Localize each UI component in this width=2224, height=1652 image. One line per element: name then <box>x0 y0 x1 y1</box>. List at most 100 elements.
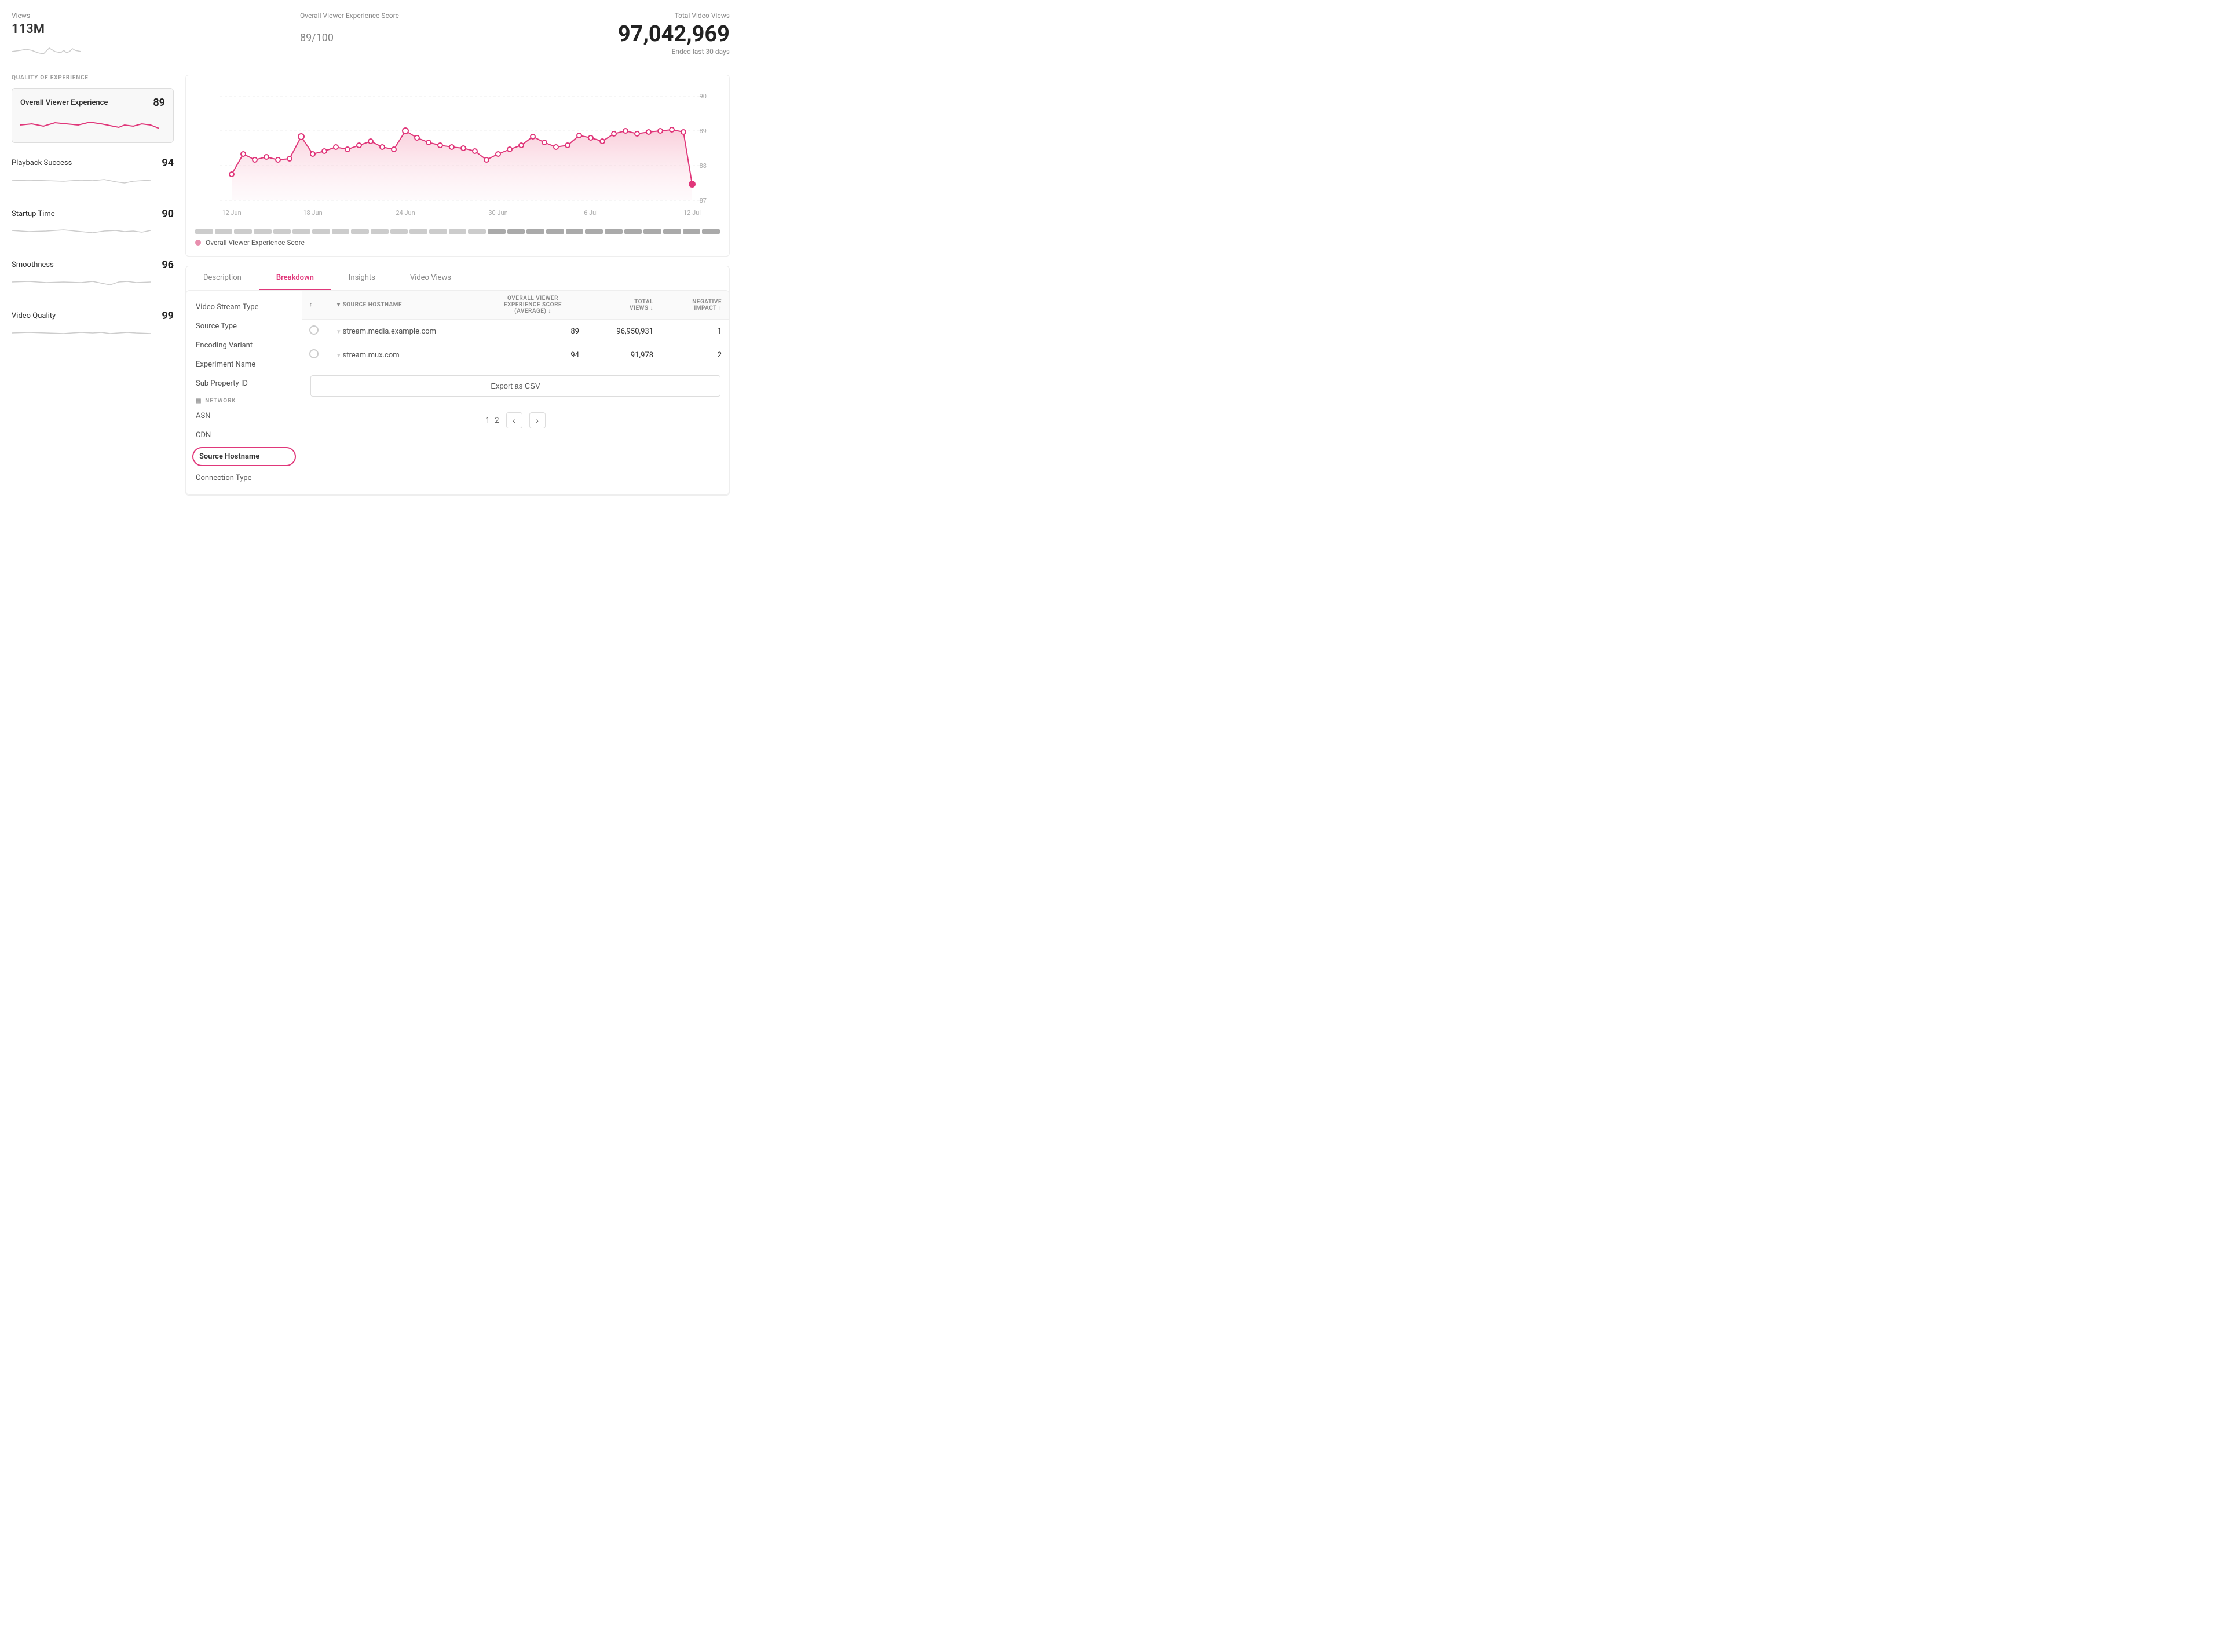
export-row: Export as CSV <box>302 367 729 405</box>
radio-icon[interactable] <box>309 349 319 358</box>
radio-icon[interactable] <box>309 325 319 335</box>
sort-score-icon: ↕ <box>548 308 551 314</box>
tab-insights[interactable]: Insights <box>331 266 393 290</box>
row1-filter-icon[interactable]: ▾ <box>337 328 341 335</box>
svg-text:30 Jun: 30 Jun <box>488 209 507 217</box>
svg-text:12 Jun: 12 Jun <box>222 209 241 217</box>
metric-row-playback: Playback Success 94 <box>12 157 174 169</box>
breakdown-item-sub-property-id[interactable]: Sub Property ID <box>186 374 302 393</box>
overall-score-label: Overall Viewer Experience Score <box>300 12 399 20</box>
pagination-row: 1–2 ‹ › <box>302 405 729 435</box>
breakdown-item-encoding-variant[interactable]: Encoding Variant <box>186 336 302 355</box>
metric-score-quality: 99 <box>162 310 174 322</box>
metric-sparkline-playback <box>12 173 151 189</box>
views-section: Views 113M <box>12 12 81 57</box>
table-header: ↕ ▾ SOURCE HOSTNAME OVERALL VIEWEREXPERI… <box>302 291 729 320</box>
row2-filter-icon[interactable]: ▾ <box>337 351 341 359</box>
pagination-next-button[interactable]: › <box>529 412 546 428</box>
header-row: Views 113M Overall Viewer Experience Sco… <box>12 12 730 63</box>
row2-impact: 2 <box>658 351 722 360</box>
row1-selector[interactable] <box>309 325 332 337</box>
total-views-value: 97,042,969 <box>618 23 730 45</box>
tab-video-views[interactable]: Video Views <box>393 266 469 290</box>
metric-sparkline-overall <box>20 113 159 134</box>
svg-text:24 Jun: 24 Jun <box>396 209 415 217</box>
chart-container: 90 89 88 87 12 Jun 18 Jun 24 Jun 30 Jun … <box>185 75 730 257</box>
quality-label: QUALITY OF EXPERIENCE <box>12 75 174 81</box>
network-bars-icon: ▦ <box>196 398 202 404</box>
export-csv-button[interactable]: Export as CSV <box>310 375 720 397</box>
tab-breakdown[interactable]: Breakdown <box>259 266 331 290</box>
metric-name-overall: Overall Viewer Experience <box>20 98 108 107</box>
metric-name-playback: Playback Success <box>12 159 72 167</box>
views-label: Views <box>12 12 81 20</box>
views-value: 113M <box>12 22 81 36</box>
row2-selector[interactable] <box>309 349 332 361</box>
metric-card-playback[interactable]: Playback Success 94 <box>12 149 174 197</box>
svg-text:88: 88 <box>700 162 707 170</box>
network-section-label: ▦ NETWORK <box>186 393 302 406</box>
chart-scrollbar[interactable] <box>195 229 720 234</box>
row1-score: 89 <box>487 327 579 336</box>
svg-text:6 Jul: 6 Jul <box>584 209 598 217</box>
metric-score-overall: 89 <box>153 97 165 109</box>
metric-sparkline-smoothness <box>12 274 151 291</box>
overall-score-value: 89/100 <box>300 23 334 45</box>
sidebar: QUALITY OF EXPERIENCE Overall Viewer Exp… <box>12 75 174 496</box>
breakdown-item-asn[interactable]: ASN <box>186 406 302 426</box>
col-hostname-header[interactable]: ▾ SOURCE HOSTNAME <box>337 302 482 308</box>
legend-label: Overall Viewer Experience Score <box>206 239 305 247</box>
pagination-prev-button[interactable]: ‹ <box>506 412 522 428</box>
metric-sparkline-quality <box>12 325 151 342</box>
overall-score-section: Overall Viewer Experience Score 89/100 <box>300 12 399 45</box>
svg-text:89: 89 <box>700 127 707 135</box>
breakdown-item-connection-type[interactable]: Connection Type <box>186 468 302 488</box>
metric-row-overall: Overall Viewer Experience 89 <box>20 97 165 109</box>
metric-card-quality[interactable]: Video Quality 99 <box>12 302 174 350</box>
row1-impact: 1 <box>658 327 722 336</box>
col-sort-header[interactable]: ↕ <box>309 302 332 308</box>
metric-name-quality: Video Quality <box>12 312 56 320</box>
row2-views: 91,978 <box>584 351 653 360</box>
total-views-label: Total Video Views <box>618 12 730 20</box>
row1-hostname: ▾ stream.media.example.com <box>337 327 482 336</box>
tabs-row: Description Breakdown Insights Video Vie… <box>186 266 729 290</box>
row2-score: 94 <box>487 351 579 360</box>
tab-description[interactable]: Description <box>186 266 259 290</box>
breakdown-right: ↕ ▾ SOURCE HOSTNAME OVERALL VIEWEREXPERI… <box>302 291 729 494</box>
metric-row-quality: Video Quality 99 <box>12 310 174 322</box>
breakdown-left: Video Stream Type Source Type Encoding V… <box>186 291 302 494</box>
breakdown-item-source-hostname[interactable]: Source Hostname <box>192 447 296 466</box>
svg-text:87: 87 <box>700 197 707 204</box>
total-views-section: Total Video Views 97,042,969 Ended last … <box>618 12 730 56</box>
pagination-info: 1–2 <box>485 416 499 425</box>
svg-text:12 Jul: 12 Jul <box>683 209 701 217</box>
metric-score-startup: 90 <box>162 208 174 220</box>
main-layout: QUALITY OF EXPERIENCE Overall Viewer Exp… <box>12 75 730 496</box>
metric-score-playback: 94 <box>162 157 174 169</box>
metric-name-smoothness: Smoothness <box>12 261 54 269</box>
col-impact-header[interactable]: NEGATIVEIMPACT ↑ <box>658 299 722 312</box>
metric-card-startup[interactable]: Startup Time 90 <box>12 200 174 248</box>
main-chart: 90 89 88 87 12 Jun 18 Jun 24 Jun 30 Jun … <box>195 85 720 224</box>
col-score-header[interactable]: OVERALL VIEWEREXPERIENCE SCORE(AVERAGE) … <box>487 295 579 314</box>
breakdown-item-cdn[interactable]: CDN <box>186 426 302 445</box>
total-views-sub: Ended last 30 days <box>618 47 730 56</box>
breakdown-item-video-stream-type[interactable]: Video Stream Type <box>186 298 302 317</box>
chart-area: 90 89 88 87 12 Jun 18 Jun 24 Jun 30 Jun … <box>185 75 730 496</box>
col-views-header[interactable]: TOTALVIEWS ↓ <box>584 299 653 312</box>
metric-sparkline-startup <box>12 224 151 240</box>
table-row: ▾ stream.media.example.com 89 96,950,931… <box>302 320 729 343</box>
chart-svg-wrapper: 90 89 88 87 12 Jun 18 Jun 24 Jun 30 Jun … <box>195 85 720 226</box>
svg-text:18 Jun: 18 Jun <box>303 209 322 217</box>
sort-views-icon: ↓ <box>650 305 654 312</box>
chart-legend: Overall Viewer Experience Score <box>195 239 720 247</box>
metric-card-smoothness[interactable]: Smoothness 96 <box>12 251 174 299</box>
legend-dot <box>195 240 201 246</box>
metric-row-smoothness: Smoothness 96 <box>12 259 174 271</box>
metric-card-overall[interactable]: Overall Viewer Experience 89 <box>12 88 174 143</box>
views-sparkline <box>12 40 81 57</box>
breakdown-item-source-type[interactable]: Source Type <box>186 317 302 336</box>
table-row: ▾ stream.mux.com 94 91,978 2 <box>302 343 729 367</box>
breakdown-item-experiment-name[interactable]: Experiment Name <box>186 355 302 374</box>
